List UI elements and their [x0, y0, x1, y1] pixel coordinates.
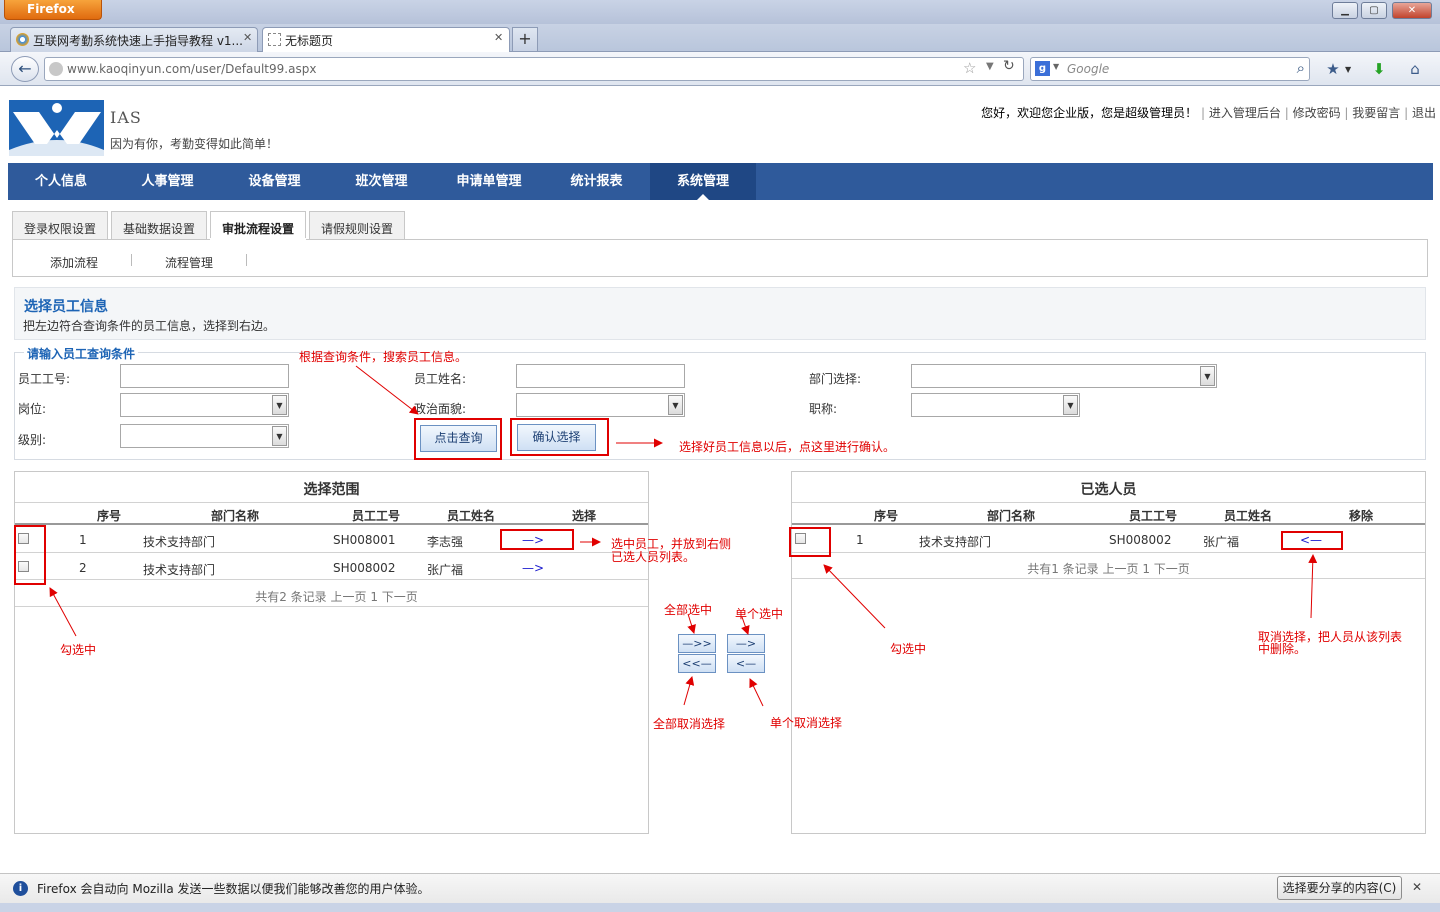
- share-choice-button[interactable]: 选择要分享的内容(C): [1277, 876, 1402, 900]
- close-notification-icon[interactable]: ✕: [1412, 880, 1422, 894]
- info-icon: i: [13, 881, 28, 896]
- annotation-arrows: [49, 365, 1318, 707]
- notification-text: Firefox 会自动向 Mozilla 发送一些数据以便我们能够改善您的用户体…: [37, 882, 430, 896]
- window-bottom-edge: [0, 903, 1440, 912]
